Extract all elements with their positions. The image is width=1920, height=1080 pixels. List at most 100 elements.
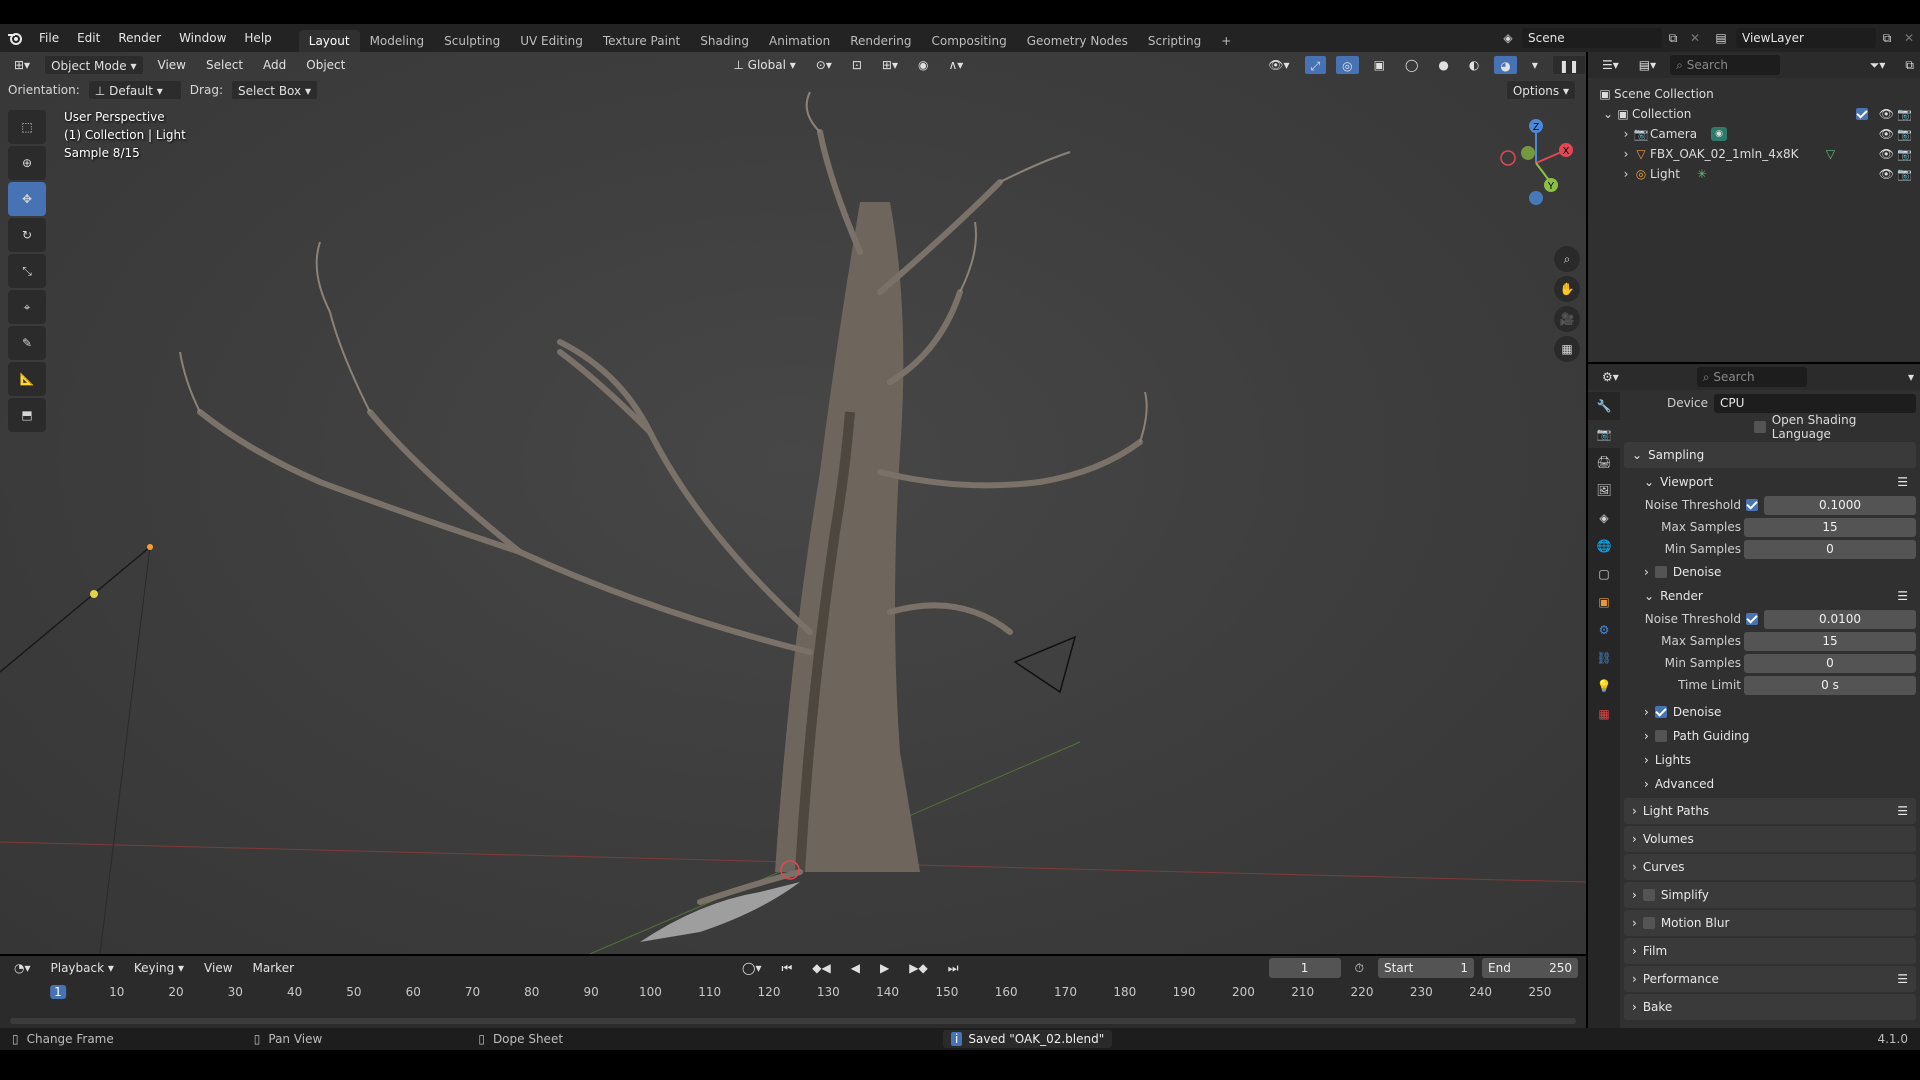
pan-hand-icon[interactable]: ✋ xyxy=(1554,276,1580,302)
bake-panel[interactable]: › Bake xyxy=(1624,994,1916,1020)
menu-window[interactable]: Window xyxy=(170,24,235,52)
collection-tab-icon[interactable]: ▢ xyxy=(1588,560,1620,588)
rendered-shading-icon[interactable]: ◕ xyxy=(1493,55,1518,75)
tab-sculpting[interactable]: Sculpting xyxy=(434,30,510,52)
viewport-denoise-checkbox[interactable] xyxy=(1654,566,1667,578)
render-tab-icon[interactable]: 📷 xyxy=(1588,420,1620,448)
snap-icon[interactable]: ⊡ xyxy=(846,55,868,75)
lights-subpanel[interactable]: › Lights xyxy=(1624,748,1916,772)
viewport-denoise-subpanel[interactable]: › Denoise xyxy=(1624,560,1916,584)
world-tab-icon[interactable]: 🌐 xyxy=(1588,532,1620,560)
light-paths-panel[interactable]: › Light Paths ☰ xyxy=(1624,798,1916,824)
mesh-render-icon[interactable]: 📷 xyxy=(1897,147,1912,161)
advanced-subpanel[interactable]: › Advanced xyxy=(1624,772,1916,796)
properties-search-input[interactable]: ⌕ Search xyxy=(1696,367,1807,387)
gizmo-toggle-icon[interactable]: ⤢ xyxy=(1303,55,1328,75)
viewport-min-samples-field[interactable]: 0 xyxy=(1744,539,1916,559)
properties-options-icon[interactable]: ▾ xyxy=(1902,367,1920,387)
outliner-display-mode-icon[interactable]: ▤▾ xyxy=(1633,55,1662,75)
render-min-samples-field[interactable]: 0 xyxy=(1744,653,1916,673)
scene-tab-icon[interactable]: ◈ xyxy=(1588,504,1620,532)
outliner-item-mesh[interactable]: › ▽ FBX_OAK_02_1mln_4x8K ▽ 👁 📷 xyxy=(1596,144,1920,164)
timeline-editor-type-icon[interactable]: ◔▾ xyxy=(8,958,37,978)
timeline-ruler[interactable]: 1 10 20 30 40 50 60 70 80 90 100 110 120 130 140 150 160… xyxy=(0,982,1586,1004)
motion-blur-checkbox[interactable] xyxy=(1642,917,1655,929)
auto-keying-icon[interactable]: ◯▾ xyxy=(736,958,767,978)
ortho-grid-icon[interactable]: ▦ xyxy=(1554,336,1580,362)
osl-checkbox[interactable] xyxy=(1754,421,1766,433)
playback-menu[interactable]: Playback ▾ xyxy=(45,958,120,978)
volumes-panel[interactable]: › Volumes xyxy=(1624,826,1916,852)
outliner-search-input[interactable]: ⌕ Search xyxy=(1670,55,1781,75)
chevron-down-icon[interactable]: ⌄ xyxy=(1602,107,1614,121)
mesh-visibility-icon[interactable]: 👁 xyxy=(1879,147,1894,161)
menu-render[interactable]: Render xyxy=(109,24,170,52)
film-panel[interactable]: › Film xyxy=(1624,938,1916,964)
pause-render-icon[interactable]: ❚❚ xyxy=(1551,55,1586,75)
3d-viewport[interactable]: ⊞▾ Object Mode ▾ View Select Add Object … xyxy=(0,52,1586,954)
falloff-icon[interactable]: ∧▾ xyxy=(942,55,969,75)
scene-name-field[interactable]: Scene xyxy=(1522,28,1662,48)
camera-visibility-icon[interactable]: 👁 xyxy=(1879,127,1894,141)
collection-exclude-checkbox[interactable] xyxy=(1856,108,1868,120)
scene-icon[interactable]: ◈ xyxy=(1494,31,1522,45)
marker-menu[interactable]: Marker xyxy=(247,958,300,978)
path-guiding-subpanel[interactable]: › Path Guiding xyxy=(1624,724,1916,748)
keying-menu[interactable]: Keying ▾ xyxy=(128,958,190,978)
render-denoise-subpanel[interactable]: › Denoise xyxy=(1624,700,1916,724)
presets-list-icon[interactable]: ☰ xyxy=(1897,972,1908,986)
menu-help[interactable]: Help xyxy=(235,24,280,52)
simplify-panel[interactable]: › Simplify xyxy=(1624,882,1916,908)
orientation-dropdown[interactable]: ⊥ Default ▾ xyxy=(87,80,182,100)
new-view-layer-icon[interactable]: ⧉ xyxy=(1876,31,1898,46)
snap-target-icon[interactable]: ⊞▾ xyxy=(876,55,904,75)
jump-end-icon[interactable]: ⏭ xyxy=(942,958,965,978)
drag-dropdown[interactable]: Select Box ▾ xyxy=(230,80,318,100)
tab-uv-editing[interactable]: UV Editing xyxy=(510,30,593,52)
camera-data-icon[interactable]: ◉ xyxy=(1711,127,1728,141)
playhead-marker[interactable]: 1 xyxy=(50,985,66,999)
view-layer-field[interactable]: ViewLayer xyxy=(1736,28,1876,48)
timeline-scrollbar[interactable] xyxy=(10,1018,1576,1024)
tab-scripting[interactable]: Scripting xyxy=(1138,30,1211,52)
shading-options-icon[interactable]: ▾ xyxy=(1526,55,1544,75)
performance-panel[interactable]: › Performance ☰ xyxy=(1624,966,1916,992)
motion-blur-panel[interactable]: › Motion Blur xyxy=(1624,910,1916,936)
menu-file[interactable]: File xyxy=(30,24,68,52)
presets-list-icon[interactable]: ☰ xyxy=(1897,804,1908,818)
device-dropdown[interactable]: CPU xyxy=(1714,393,1916,413)
rotate-tool-icon[interactable]: ↻ xyxy=(8,218,46,252)
play-reverse-icon[interactable]: ◀ xyxy=(845,958,866,978)
jump-keyframe-forward-icon[interactable]: ▶◆ xyxy=(903,958,933,978)
sampling-panel-header[interactable]: ⌄ Sampling xyxy=(1624,442,1916,468)
curves-panel[interactable]: › Curves xyxy=(1624,854,1916,880)
status-message[interactable]: i Saved "OAK_02.blend" xyxy=(943,1030,1113,1048)
tab-rendering[interactable]: Rendering xyxy=(840,30,921,52)
collection-visibility-icon[interactable]: 👁 xyxy=(1879,107,1894,121)
jump-start-icon[interactable]: ⏮ xyxy=(775,958,798,978)
light-render-icon[interactable]: 📷 xyxy=(1897,167,1912,181)
tool-tab-icon[interactable]: 🔧 xyxy=(1588,392,1620,420)
view-layer-icon[interactable]: ▤ xyxy=(1706,31,1736,45)
add-workspace-button[interactable]: + xyxy=(1211,30,1241,52)
transform-orientation-dropdown[interactable]: ⊥ Global ▾ xyxy=(727,55,801,75)
render-noise-checkbox[interactable] xyxy=(1746,613,1758,625)
timeline-view-menu[interactable]: View xyxy=(198,958,238,978)
visibility-icon[interactable]: 👁▾ xyxy=(1262,55,1295,75)
current-frame-field[interactable]: 1 xyxy=(1268,958,1341,978)
render-time-limit-field[interactable]: 0 s xyxy=(1744,675,1916,695)
render-max-samples-field[interactable]: 15 xyxy=(1744,631,1916,651)
axis-gizmo[interactable]: Z X Y xyxy=(1486,108,1586,218)
outliner-item-camera[interactable]: › 📷 Camera ◉ 👁 📷 xyxy=(1596,124,1920,144)
tab-geometry-nodes[interactable]: Geometry Nodes xyxy=(1017,30,1138,52)
simplify-checkbox[interactable] xyxy=(1642,889,1655,901)
render-noise-threshold-field[interactable]: 0.0100 xyxy=(1764,609,1916,629)
clock-icon[interactable]: ⏱ xyxy=(1349,958,1370,978)
measure-tool-icon[interactable]: 📐 xyxy=(8,362,46,396)
camera-render-icon[interactable]: 📷 xyxy=(1897,127,1912,141)
move-tool-icon[interactable]: ✥ xyxy=(8,182,46,216)
mesh-data-icon[interactable]: ▽ xyxy=(1822,147,1838,161)
select-box-tool-icon[interactable]: ⬚ xyxy=(8,110,46,144)
light-data-icon[interactable]: ✳ xyxy=(1694,167,1710,181)
new-scene-icon[interactable]: ⧉ xyxy=(1662,31,1684,46)
